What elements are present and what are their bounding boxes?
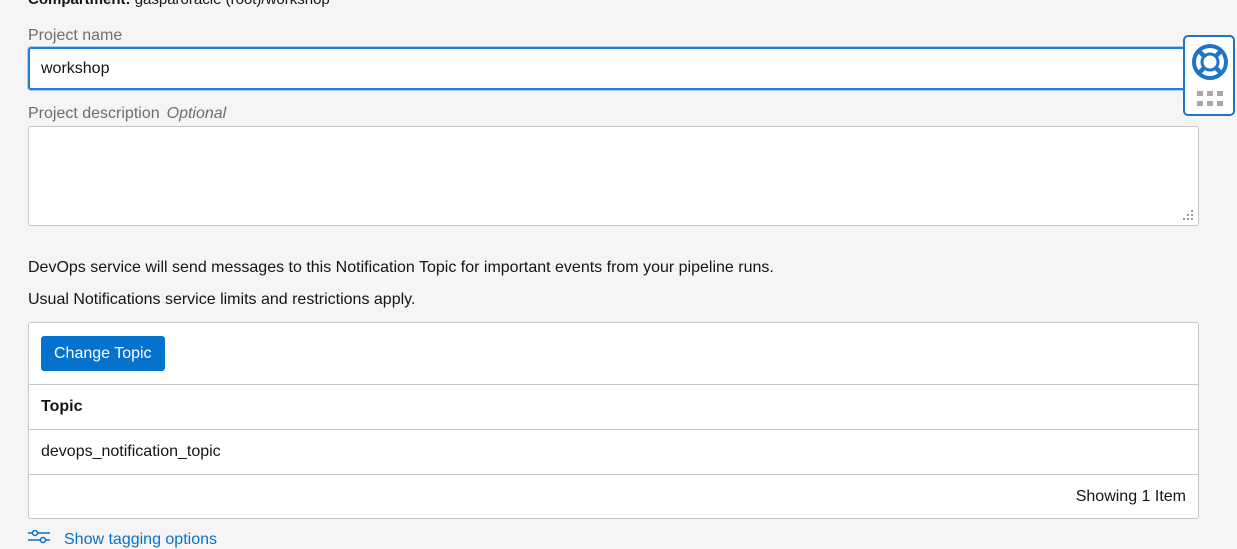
lifebuoy-icon[interactable]: [1191, 43, 1229, 81]
compartment-label: Compartment:: [28, 0, 131, 8]
drag-grip-icon[interactable]: [1197, 91, 1223, 107]
notification-info-line-2: Usual Notifications service limits and r…: [28, 291, 416, 308]
notification-info-line-1: DevOps service will send messages to thi…: [28, 259, 774, 276]
change-topic-button[interactable]: Change Topic: [41, 336, 165, 371]
help-widget: [1183, 35, 1235, 116]
project-description-label: Project description Optional: [28, 105, 226, 123]
optional-label: Optional: [166, 105, 227, 122]
compartment-value: gasparoracle (root)/workshop: [135, 0, 330, 8]
notification-topic-panel: Change Topic Topic devops_notification_t…: [28, 322, 1199, 519]
tag-options-icon: [28, 530, 50, 544]
table-row: devops_notification_topic: [29, 429, 1198, 474]
project-description-label-text: Project description: [28, 105, 160, 122]
project-name-input[interactable]: [28, 47, 1199, 90]
table-footer: Showing 1 Item: [29, 474, 1198, 518]
topic-cell: devops_notification_topic: [41, 443, 221, 460]
project-description-textarea[interactable]: [28, 126, 1199, 226]
show-tagging-options-link[interactable]: Show tagging options: [28, 530, 217, 549]
resize-handle-icon[interactable]: [1181, 208, 1195, 222]
topic-column-header: Topic: [29, 384, 1198, 429]
show-tagging-options-label: Show tagging options: [64, 531, 217, 548]
project-name-label: Project name: [28, 27, 123, 44]
compartment-line: Compartment: gasparoracle (root)/worksho…: [28, 0, 330, 8]
item-count: Showing 1 Item: [1075, 487, 1186, 505]
